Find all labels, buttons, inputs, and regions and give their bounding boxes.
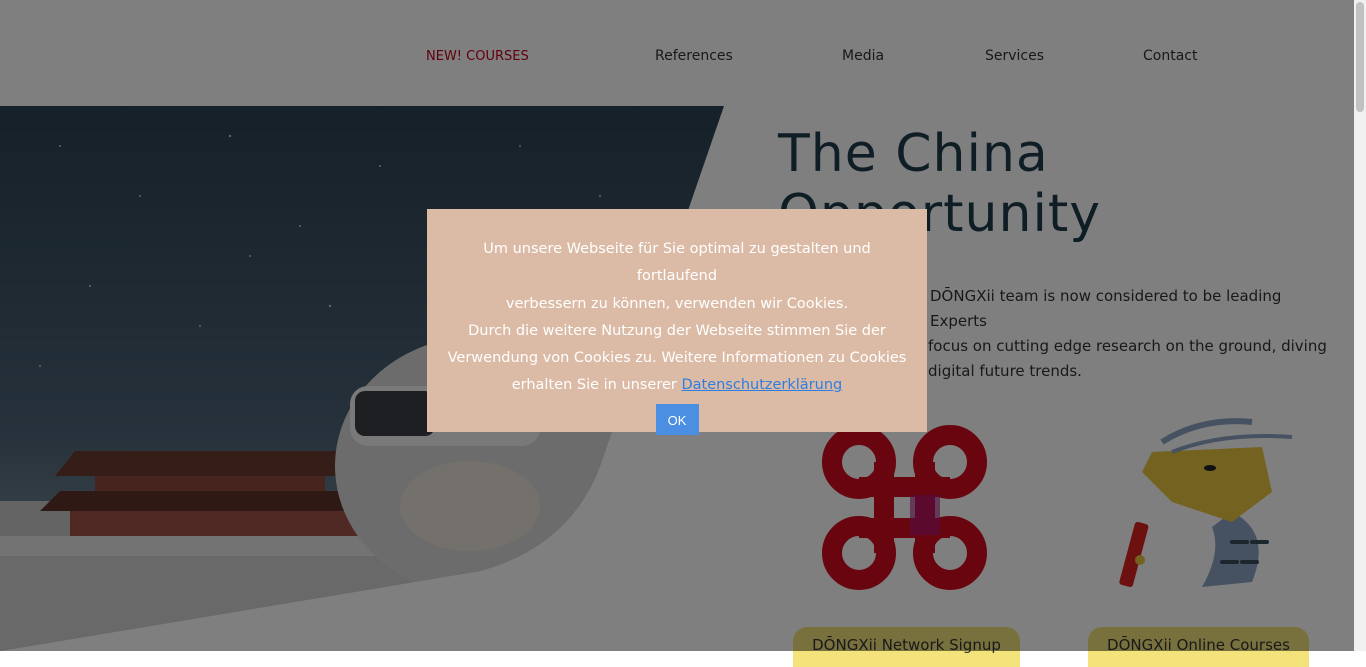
cookie-text-line-2: verbessern zu können, verwenden wir Cook… (505, 295, 849, 312)
scrollbar[interactable] (1354, 0, 1366, 651)
cookie-consent-dialog: Um unsere Webseite für Sie optimal zu ge… (427, 209, 927, 435)
cookie-text-line-3: Durch die weitere Nutzung der Webseite s… (468, 322, 886, 339)
cookie-text-prefix: erhalten Sie in unserer (511, 377, 677, 394)
cookie-ok-button[interactable]: OK (655, 403, 699, 435)
privacy-policy-link[interactable]: Datenschutzerklärung (681, 377, 842, 393)
cookie-text-line-5: erhalten Sie in unserer Datenschutzerklä… (447, 372, 907, 399)
cookie-text-line-4: Verwendung von Cookies zu. Weitere Infor… (447, 350, 907, 367)
cookie-text-line-1: Um unsere Webseite für Sie optimal zu ge… (483, 241, 871, 285)
scrollbar-thumb[interactable] (1356, 2, 1364, 112)
